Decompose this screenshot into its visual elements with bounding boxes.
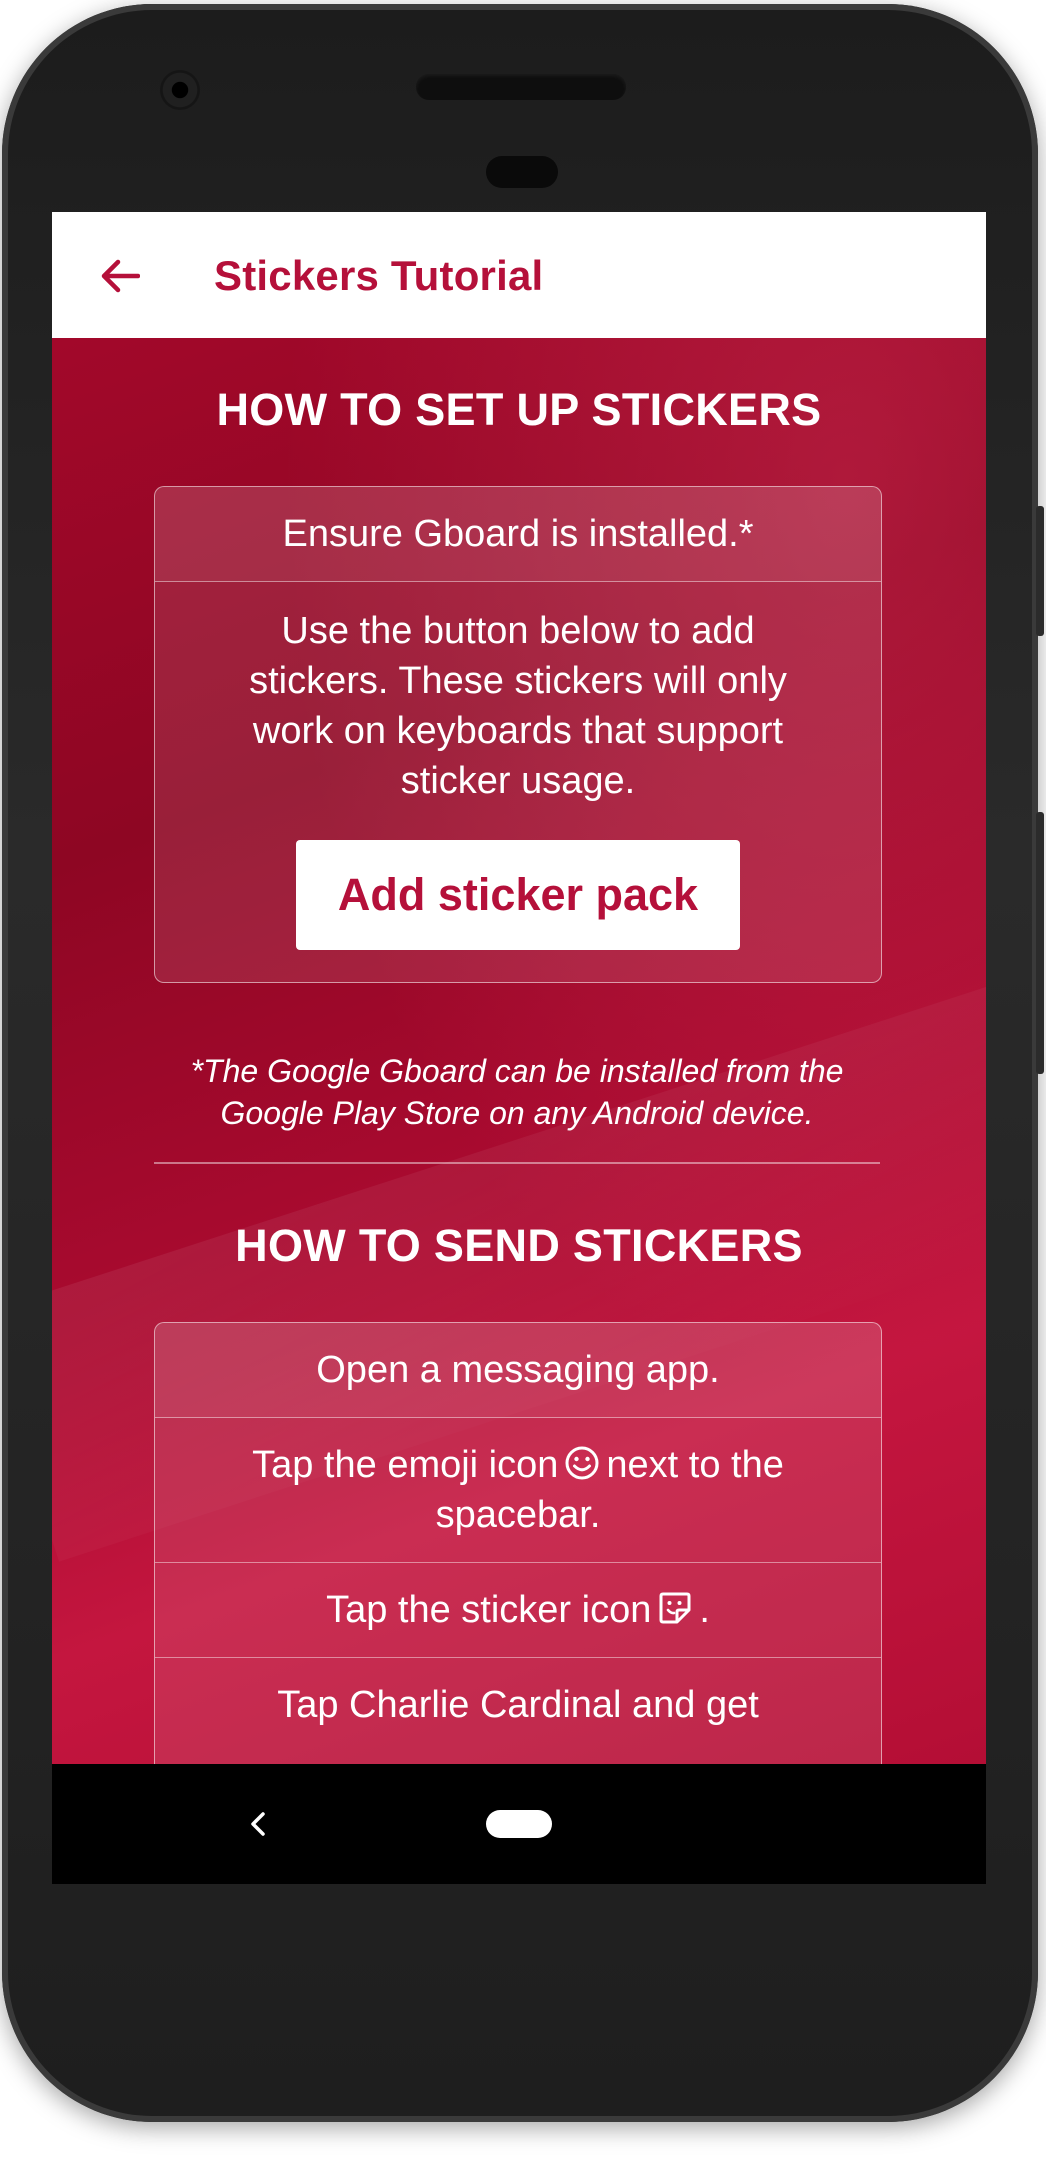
send-step-sticker: Tap the sticker icon . xyxy=(155,1563,881,1658)
setup-heading: HOW TO SET UP STICKERS xyxy=(216,384,822,435)
send-step-emoji: Tap the emoji icon next to the spacebar. xyxy=(155,1418,881,1563)
section-divider xyxy=(154,1162,880,1164)
arrow-left-icon xyxy=(101,259,140,293)
volume-button xyxy=(1036,812,1044,1074)
home-pill-icon[interactable] xyxy=(486,1810,552,1838)
power-button xyxy=(1036,506,1044,636)
send-step-emoji-text: Tap the emoji icon xyxy=(252,1444,559,1486)
send-step-charlie: Tap Charlie Cardinal and get xyxy=(277,1684,759,1726)
send-step-sticker-text: Tap the sticker icon xyxy=(326,1589,652,1631)
setup-step-text: Use the button below to add stickers. Th… xyxy=(249,610,787,802)
add-sticker-pack-button[interactable]: Add sticker pack xyxy=(296,840,740,950)
setup-step-add-pack: Use the button below to add stickers. Th… xyxy=(155,582,881,982)
send-step-open-app: Open a messaging app. xyxy=(155,1323,881,1418)
send-heading: HOW TO SEND STICKERS xyxy=(235,1220,803,1271)
system-nav-bar xyxy=(52,1764,986,1884)
app-bar: Stickers Tutorial xyxy=(52,212,986,338)
back-button[interactable] xyxy=(92,248,148,304)
tutorial-content[interactable]: HOW TO SET UP STICKERS Ensure Gboard is … xyxy=(52,338,986,1764)
send-steps-card: Open a messaging app. Tap the emoji icon… xyxy=(154,1322,882,1764)
app-screen: Stickers Tutorial HOW TO SET UP STICKERS… xyxy=(52,212,986,1764)
proximity-sensor xyxy=(486,156,558,188)
front-camera xyxy=(160,70,200,110)
smiley-icon xyxy=(565,1446,599,1480)
sticker-icon xyxy=(659,1592,691,1624)
system-back-button[interactable] xyxy=(238,1800,278,1848)
gboard-footnote: *The Google Gboard can be installed from… xyxy=(190,1053,844,1131)
chevron-left-icon xyxy=(251,1812,265,1836)
setup-step-gboard: Ensure Gboard is installed.* xyxy=(155,487,881,582)
page-title: Stickers Tutorial xyxy=(214,252,544,299)
earpiece-speaker xyxy=(416,74,626,100)
setup-steps-card: Ensure Gboard is installed.* Use the but… xyxy=(154,486,882,983)
send-step-sticker-text-end: . xyxy=(699,1589,710,1631)
